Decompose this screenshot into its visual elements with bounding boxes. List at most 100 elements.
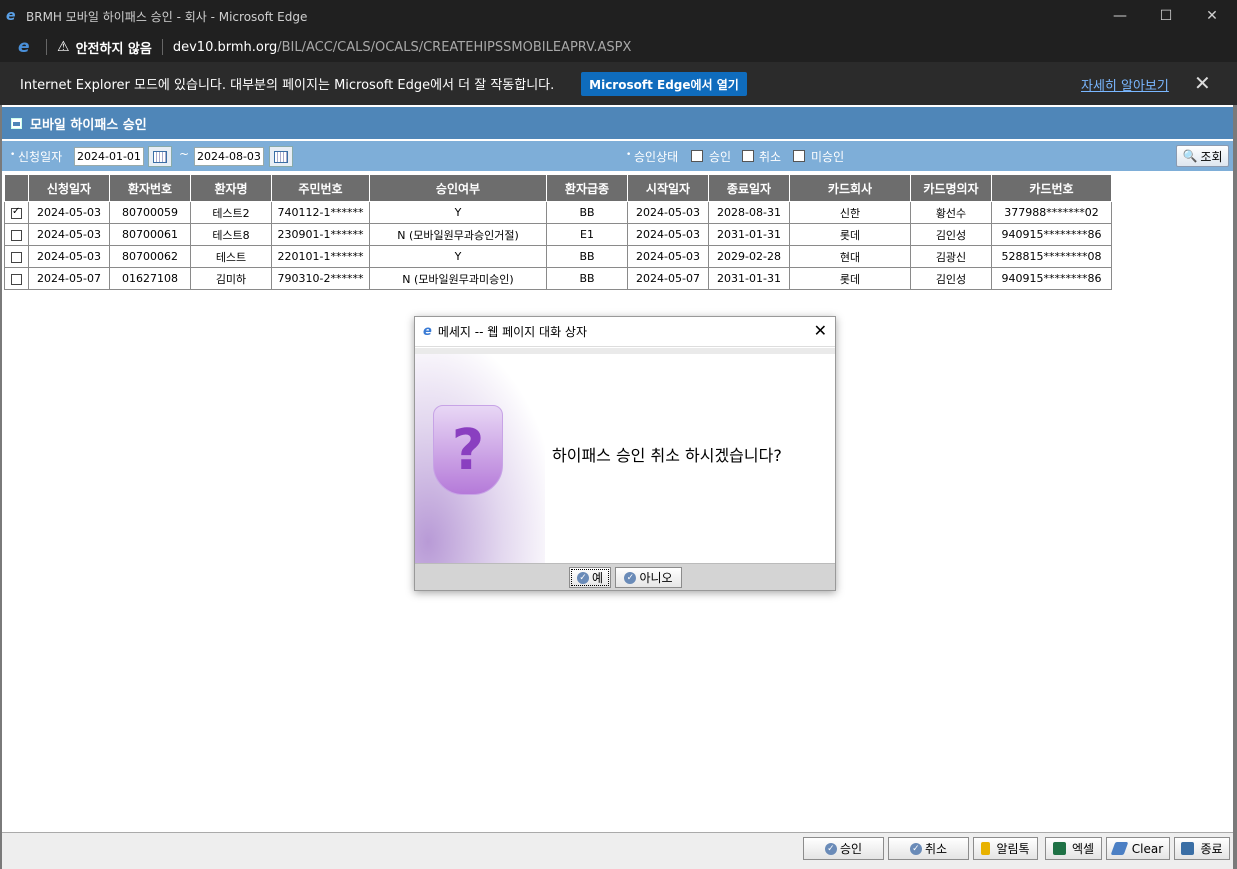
table-cell[interactable]: 2031-01-31 (708, 267, 790, 290)
row-checkbox[interactable] (11, 229, 22, 241)
approve-button[interactable]: ✓ 승인 (803, 837, 884, 860)
header-cell[interactable]: 주민번호 (271, 174, 370, 202)
row-checkbox[interactable] (11, 251, 22, 263)
table-cell[interactable]: 현대 (789, 245, 911, 268)
table-cell[interactable]: 테스트2 (190, 201, 272, 224)
header-cell[interactable]: 환자번호 (109, 174, 191, 202)
table-cell[interactable]: 2024-05-03 (627, 245, 709, 268)
table-cell[interactable]: 김인성 (910, 267, 992, 290)
warning-icon[interactable]: ⚠ (57, 39, 70, 55)
maximize-icon[interactable]: ☐ (1143, 0, 1189, 32)
table-cell[interactable]: 01627108 (109, 267, 191, 290)
table-cell[interactable]: 황선수 (910, 201, 992, 224)
table-cell[interactable]: 신한 (789, 201, 911, 224)
minimize-icon[interactable]: — (1097, 0, 1143, 32)
table-row[interactable]: 2024-05-07 01627108 김미하 790310-2****** N (모바… (4, 267, 1112, 290)
table-cell[interactable]: 220101-1****** (271, 245, 370, 268)
row-select-cell[interactable] (4, 201, 29, 224)
table-cell[interactable]: 2024-05-03 (627, 223, 709, 246)
table-cell[interactable]: 940915********86 (991, 223, 1112, 246)
close-window-icon[interactable]: ✕ (1189, 0, 1235, 32)
table-cell[interactable]: 377988*******02 (991, 201, 1112, 224)
table-cell[interactable]: 롯데 (789, 223, 911, 246)
unapproved-status-checkbox[interactable] (793, 150, 805, 162)
url-path[interactable]: /BIL/ACC/CALS/OCALS/CREATEHIPSSMOBILEAPR… (277, 40, 631, 55)
table-cell[interactable]: 2024-05-03 (28, 201, 110, 224)
table-cell[interactable]: 80700059 (109, 201, 191, 224)
exit-button[interactable]: 종료 (1174, 837, 1230, 860)
calendar-to-icon[interactable] (269, 146, 293, 167)
table-cell[interactable]: 2031-01-31 (708, 223, 790, 246)
cancel-approval-button[interactable]: ✓ 취소 (888, 837, 969, 860)
excel-button-label: 엑셀 (1071, 842, 1095, 856)
table-cell[interactable]: N (모바일원무과미승인) (369, 267, 547, 290)
table-row[interactable]: 2024-05-03 80700062 테스트 220101-1****** Y BB 20… (4, 245, 1112, 268)
table-cell[interactable]: 2024-05-07 (627, 267, 709, 290)
dialog-close-icon[interactable]: ✕ (814, 321, 827, 340)
clear-button[interactable]: Clear (1106, 837, 1170, 860)
table-cell[interactable]: 2024-05-03 (28, 223, 110, 246)
table-cell[interactable]: 2024-05-03 (28, 245, 110, 268)
excel-button[interactable]: 엑셀 (1045, 837, 1102, 860)
row-select-cell[interactable] (4, 267, 29, 290)
table-cell[interactable]: 테스트 (190, 245, 272, 268)
table-cell[interactable]: N (모바일원무과승인거절) (369, 223, 547, 246)
dialog-no-button[interactable]: ✓ 아니오 (615, 567, 682, 588)
table-cell[interactable]: 740112-1****** (271, 201, 370, 224)
search-button[interactable]: 🔍 조회 (1176, 145, 1229, 167)
header-cell[interactable]: 카드번호 (991, 174, 1112, 202)
address-bar[interactable]: e ⚠ 안전하지 않음 dev10.brmh.org /BIL/ACC/CALS… (0, 32, 1237, 62)
calendar-from-icon[interactable] (148, 146, 172, 167)
table-cell[interactable]: 80700061 (109, 223, 191, 246)
close-infobar-icon[interactable]: ✕ (1194, 72, 1211, 94)
cancel-status-checkbox[interactable] (742, 150, 754, 162)
header-cell[interactable]: 환자급종 (546, 174, 628, 202)
url-host[interactable]: dev10.brmh.org (173, 40, 277, 55)
table-cell[interactable]: BB (546, 267, 628, 290)
header-cell[interactable]: 카드명의자 (910, 174, 992, 202)
table-cell[interactable]: 롯데 (789, 267, 911, 290)
table-cell[interactable]: 김광신 (910, 245, 992, 268)
notify-button[interactable]: 알림톡 (973, 837, 1038, 860)
bullet-icon: • (626, 150, 632, 160)
table-cell[interactable]: 김인성 (910, 223, 992, 246)
header-cell[interactable]: 신청일자 (28, 174, 110, 202)
table-row[interactable]: 2024-05-03 80700061 테스트8 230901-1****** N (모… (4, 223, 1112, 246)
table-cell[interactable]: 테스트8 (190, 223, 272, 246)
dialog-yes-label: 예 (591, 571, 604, 585)
table-cell[interactable]: 김미하 (190, 267, 272, 290)
header-cell[interactable]: 카드회사 (789, 174, 911, 202)
table-cell[interactable]: 230901-1****** (271, 223, 370, 246)
date-from-input[interactable] (74, 147, 144, 166)
header-cell[interactable]: 승인여부 (369, 174, 547, 202)
table-cell[interactable]: Y (369, 245, 547, 268)
row-select-cell[interactable] (4, 223, 29, 246)
table-cell[interactable]: E1 (546, 223, 628, 246)
learn-more-link[interactable]: 자세히 알아보기 (1081, 75, 1169, 94)
ie-mode-icon[interactable]: e (18, 37, 36, 57)
table-cell[interactable]: 2024-05-03 (627, 201, 709, 224)
table-cell[interactable]: BB (546, 245, 628, 268)
header-cell[interactable]: 시작일자 (627, 174, 709, 202)
table-cell[interactable]: 2028-08-31 (708, 201, 790, 224)
table-cell[interactable]: 80700062 (109, 245, 191, 268)
date-to-input[interactable] (194, 147, 264, 166)
header-cell[interactable]: 환자명 (190, 174, 272, 202)
row-checkbox[interactable] (11, 273, 22, 285)
not-secure-label[interactable]: 안전하지 않음 (76, 38, 152, 57)
table-cell[interactable]: 940915********86 (991, 267, 1112, 290)
row-select-cell[interactable] (4, 245, 29, 268)
open-in-edge-button[interactable]: Microsoft Edge에서 열기 (581, 72, 747, 96)
table-cell[interactable]: 528815********08 (991, 245, 1112, 268)
table-cell[interactable]: BB (546, 201, 628, 224)
row-checkbox[interactable] (11, 206, 22, 219)
table-row[interactable]: 2024-05-0380700059테스트2740112-1******YBB2… (4, 201, 1112, 224)
table-cell[interactable]: 2029-02-28 (708, 245, 790, 268)
approve-status-checkbox[interactable] (691, 150, 703, 162)
table-cell[interactable]: Y (369, 201, 547, 224)
table-cell[interactable]: 790310-2****** (271, 267, 370, 290)
dialog-yes-button[interactable]: ✓ 예 (569, 567, 611, 588)
header-select[interactable] (4, 174, 29, 202)
header-cell[interactable]: 종료일자 (708, 174, 790, 202)
table-cell[interactable]: 2024-05-07 (28, 267, 110, 290)
